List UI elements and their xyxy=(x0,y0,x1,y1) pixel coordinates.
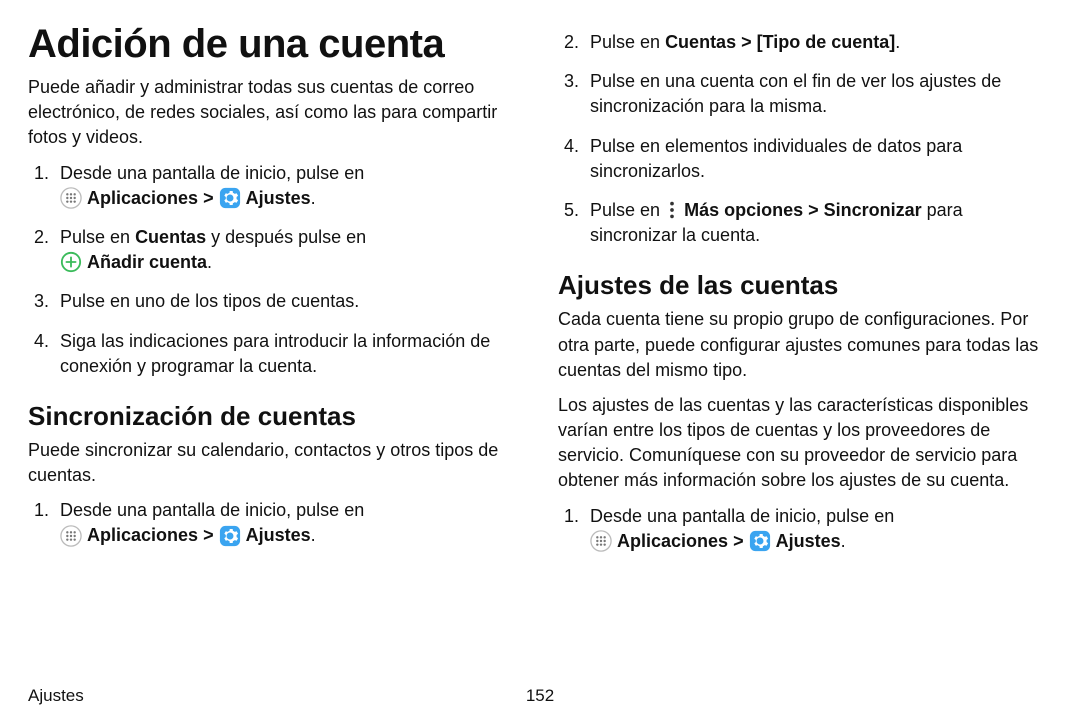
sync-heading: Sincronización de cuentas xyxy=(28,401,522,432)
sync-steps-right: Pulse en Cuentas > [Tipo de cuenta]. Pul… xyxy=(558,30,1052,248)
add-step-3: Pulse en uno de los tipos de cuentas. xyxy=(54,289,522,314)
text: Desde una pantalla de inicio, pulse en xyxy=(590,506,894,526)
sync-step-2: Pulse en Cuentas > [Tipo de cuenta]. xyxy=(584,30,1052,55)
add-step-4: Siga las indicaciones para introducir la… xyxy=(54,329,522,379)
account-settings-heading: Ajustes de las cuentas xyxy=(558,270,1052,301)
settings-label: Ajustes xyxy=(246,525,311,545)
settings-gear-icon xyxy=(219,525,241,547)
text: Pulse en xyxy=(590,200,665,220)
apps-grid-icon xyxy=(60,525,82,547)
more-options-label: Más opciones xyxy=(684,200,803,220)
more-options-icon xyxy=(665,199,679,221)
intro-paragraph: Puede añadir y administrar todas sus cue… xyxy=(28,75,522,151)
period: . xyxy=(207,252,212,272)
settings-gear-icon xyxy=(219,187,241,209)
add-plus-icon xyxy=(60,251,82,273)
account-settings-p2: Los ajustes de las cuentas y las caracte… xyxy=(558,393,1052,494)
text: Pulse en xyxy=(590,32,665,52)
footer-page-number: 152 xyxy=(526,686,554,706)
sync-steps-left: Desde una pantalla de inicio, pulse en A… xyxy=(28,498,522,548)
separator: > xyxy=(198,188,219,208)
sync-step-4: Pulse en elementos individuales de datos… xyxy=(584,134,1052,184)
apps-grid-icon xyxy=(590,530,612,552)
add-account-label: Añadir cuenta xyxy=(87,252,207,272)
separator: > xyxy=(198,525,219,545)
separator: > xyxy=(728,531,749,551)
apps-label: Aplicaciones xyxy=(617,531,728,551)
account-settings-p1: Cada cuenta tiene su propio grupo de con… xyxy=(558,307,1052,383)
separator: > xyxy=(803,200,824,220)
add-account-steps: Desde una pantalla de inicio, pulse en A… xyxy=(28,161,522,379)
apps-label: Aplicaciones xyxy=(87,188,198,208)
settings-label: Ajustes xyxy=(246,188,311,208)
account-type-label: [Tipo de cuenta] xyxy=(757,32,896,52)
sync-step-5: Pulse en Más opciones > Sincronizar para… xyxy=(584,198,1052,248)
settings-gear-icon xyxy=(749,530,771,552)
separator: > xyxy=(736,32,757,52)
settings-label: Ajustes xyxy=(776,531,841,551)
period: . xyxy=(841,531,846,551)
apps-grid-icon xyxy=(60,187,82,209)
period: . xyxy=(895,32,900,52)
page-title: Adición de una cuenta xyxy=(28,22,522,67)
sync-step-3: Pulse en una cuenta con el fin de ver lo… xyxy=(584,69,1052,119)
footer-section: Ajustes xyxy=(28,686,84,706)
sync-step-1: Desde una pantalla de inicio, pulse en A… xyxy=(54,498,522,548)
page-footer: Ajustes 152 xyxy=(28,686,1052,706)
sync-intro: Puede sincronizar su calendario, contact… xyxy=(28,438,522,488)
add-step-2: Pulse en Cuentas y después pulse en Añad… xyxy=(54,225,522,275)
period: . xyxy=(311,525,316,545)
account-settings-step-1: Desde una pantalla de inicio, pulse en A… xyxy=(584,504,1052,554)
text: Desde una pantalla de inicio, pulse en xyxy=(60,500,364,520)
period: . xyxy=(311,188,316,208)
sync-label: Sincronizar xyxy=(824,200,922,220)
cuentas-label: Cuentas xyxy=(135,227,206,247)
text: Pulse en xyxy=(60,227,135,247)
cuentas-label: Cuentas xyxy=(665,32,736,52)
account-settings-steps: Desde una pantalla de inicio, pulse en A… xyxy=(558,504,1052,554)
text: Desde una pantalla de inicio, pulse en xyxy=(60,163,364,183)
add-step-1: Desde una pantalla de inicio, pulse en A… xyxy=(54,161,522,211)
apps-label: Aplicaciones xyxy=(87,525,198,545)
right-column: Pulse en Cuentas > [Tipo de cuenta]. Pul… xyxy=(558,18,1052,658)
left-column: Adición de una cuenta Puede añadir y adm… xyxy=(28,18,522,658)
text: y después pulse en xyxy=(206,227,366,247)
